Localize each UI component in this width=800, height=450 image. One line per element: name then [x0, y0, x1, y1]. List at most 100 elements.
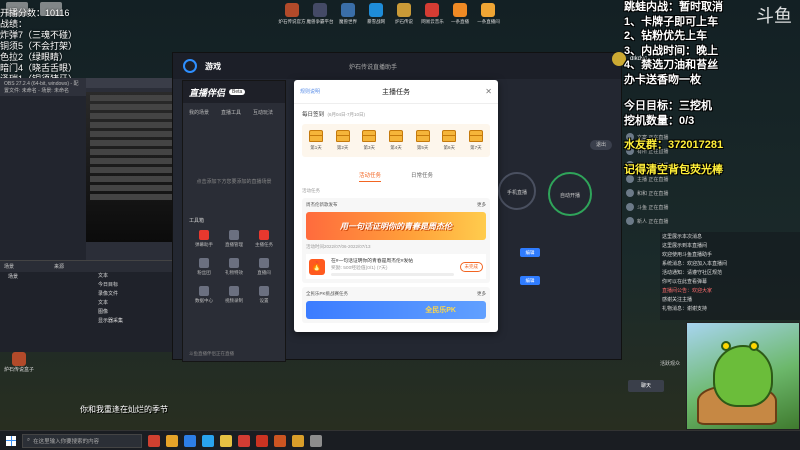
rules-link[interactable]: 规则说明 — [300, 88, 320, 95]
tool-button[interactable]: 数据中心 — [189, 286, 219, 304]
obs-preview[interactable] — [86, 92, 186, 242]
window-title: 炉石传说直播助手 — [349, 64, 398, 71]
task-tabs: 活动任务 日常任务 — [302, 171, 490, 182]
tool-button[interactable]: 主播任务 — [249, 230, 279, 248]
treasure-chest-icon — [388, 130, 403, 142]
live-list-item[interactable]: 和和 正在直播 — [626, 186, 800, 200]
pk-banner[interactable]: 全民乐PK — [306, 301, 486, 319]
shortcut-icon — [397, 3, 411, 17]
streamer-task-modal: 规则说明 主播任务 ✕ 每日签到 (6月04日-7月10日) 第1天 第2天 第3天… — [294, 80, 498, 332]
pk-section-more[interactable]: 更多 — [477, 291, 486, 297]
desktop-shortcut[interactable]: 一条直播 — [448, 0, 472, 30]
tool-button[interactable]: 弹幕助手 — [189, 230, 219, 248]
avatar — [626, 189, 634, 197]
companion-tab[interactable]: 互动玩法 — [253, 109, 273, 116]
tab-daily[interactable]: 日常任务 — [411, 171, 433, 182]
desktop-shortcut[interactable]: 魔兽世界 — [336, 0, 360, 30]
tool-label: 设置 — [259, 298, 269, 303]
tool-label: 弹幕助手 — [195, 242, 213, 247]
taskbar-app-icon[interactable] — [238, 434, 250, 447]
overlay-rule: 3、内战时间：晚上 — [624, 44, 719, 57]
desktop-shortcut[interactable]: 炉石传说 — [392, 0, 416, 30]
shortcut-icon — [313, 3, 327, 17]
live-list-item[interactable]: 新人 正在直播 — [626, 214, 800, 228]
shortcut-icon — [453, 3, 467, 17]
live-list-item[interactable]: 斗鱼 正在直播 — [626, 200, 800, 214]
close-icon[interactable]: ✕ — [485, 87, 492, 96]
toolbox-grid: 弹幕助手 直播管理 主播任务粉丝团 礼物特效 直播间数据中心 视频录制 设置 — [183, 224, 285, 310]
desktop-shortcut[interactable]: 炉石传说官方 — [279, 0, 306, 30]
sign-in-title: 每日签到 — [302, 112, 325, 118]
tool-button[interactable]: 设置 — [249, 286, 279, 304]
taskbar-search[interactable]: ⌕ 在这里输入你要搜索的内容 — [22, 433, 142, 448]
sign-in-days: 第1天 第2天 第3天 第4天 第5天 第6天 第7天 — [302, 124, 490, 157]
overlay-rule: 4、禁选刀油和苔丝 — [624, 59, 719, 71]
treasure-chest-icon — [442, 130, 457, 142]
stat-line: 开播分数：10116 — [0, 8, 70, 18]
companion-tab[interactable]: 直播工具 — [221, 109, 241, 116]
tab-game[interactable]: 游戏 — [205, 61, 221, 72]
sign-in-day[interactable]: 第4天 — [386, 130, 406, 151]
desktop-app-shortcut[interactable]: 炉石传说盒子 — [4, 352, 34, 373]
activity-banner[interactable]: 用一句话证明你的青春是周杰伦 — [306, 212, 486, 240]
obs-title: OBS 27.2.4 (64-bit, windows) - 配置文件: 未命名… — [0, 78, 86, 96]
companion-tab[interactable]: 我的场景 — [189, 109, 209, 116]
tool-icon — [259, 258, 269, 268]
taskbar-app-icon[interactable] — [274, 434, 286, 447]
sign-in-day[interactable]: 第5天 — [413, 130, 433, 151]
taskbar-app-icon[interactable] — [310, 434, 322, 447]
task-box-title: 周杰伦新歌发布 — [306, 202, 338, 207]
search-placeholder: 在这里输入你要搜索的内容 — [33, 438, 100, 445]
desktop-shortcut[interactable]: 网易云音乐 — [420, 0, 444, 30]
hearthstone-box-icon — [12, 352, 26, 366]
day-label: 第3天 — [363, 145, 376, 150]
task-status-button[interactable]: 未完成 — [459, 261, 483, 272]
edit-button-2[interactable]: 编辑 — [520, 276, 540, 285]
sign-in-day[interactable]: 第1天 — [306, 130, 326, 151]
day-label: 第4天 — [390, 145, 402, 150]
exit-button[interactable]: 退出 — [590, 140, 612, 150]
day-label: 第7天 — [470, 145, 482, 150]
overlay-gift: 办卡送香吻一枚 — [624, 73, 701, 86]
taskbar-app-icon[interactable] — [292, 434, 304, 447]
tool-icon — [229, 230, 239, 240]
sign-in-day[interactable]: 第6天 — [439, 130, 459, 151]
task-box-more[interactable]: 更多 — [477, 202, 486, 208]
tool-button[interactable]: 视频录制 — [219, 286, 249, 304]
tab-activity[interactable]: 活动任务 — [358, 171, 381, 182]
day-label: 第5天 — [416, 145, 429, 150]
taskbar-app-icon[interactable] — [220, 434, 232, 447]
activity-task-box: 周杰伦新歌发布 更多 用一句话证明你的青春是周杰伦 活动时间2022/07/06… — [302, 198, 490, 283]
auto-live-button[interactable]: 自动开播 — [548, 172, 592, 216]
overlay-goal: 今日目标：三挖机 — [624, 100, 712, 112]
treasure-chest-icon — [309, 130, 323, 142]
taskbar-app-icon[interactable] — [148, 434, 160, 447]
windows-start-icon[interactable] — [6, 435, 16, 446]
taskbar-app-icon[interactable] — [256, 434, 268, 447]
tool-button[interactable]: 礼物特效 — [219, 258, 249, 276]
sign-in-day[interactable]: 第7天 — [466, 130, 486, 151]
taskbar-app-icon[interactable] — [202, 434, 214, 447]
tool-button[interactable]: 粉丝团 — [189, 258, 219, 276]
scene-hint: 点击添加下方您要添加的直播场景 — [196, 179, 272, 185]
sign-in-day[interactable]: 第3天 — [359, 130, 379, 151]
day-label: 第2天 — [336, 145, 349, 150]
chat-message: 感谢关注主播 — [662, 297, 693, 303]
phone-live-button[interactable]: 手机直播 — [498, 172, 536, 210]
desktop-shortcut[interactable]: 魔兽争霸平台 — [307, 0, 334, 30]
source-name: 录像文件 — [98, 291, 119, 297]
tool-button[interactable]: 直播管理 — [219, 230, 249, 248]
source-name: 今日目标 — [98, 282, 119, 288]
shortcut-icon — [425, 3, 439, 17]
sign-in-day[interactable]: 第2天 — [333, 130, 353, 151]
tool-button[interactable]: 直播间 — [249, 258, 279, 276]
tool-label: 直播管理 — [225, 242, 243, 247]
chat-button[interactable]: 聊天 — [628, 380, 664, 392]
chat-panel: 这里展示本次消息 这里展示到本直播间 欢迎使用斗鱼直播助手 系统消息：欢迎加入本直播间… — [660, 232, 800, 320]
desktop-shortcut[interactable]: 暴雪战网 — [364, 0, 388, 30]
taskbar-app-icon[interactable] — [166, 434, 178, 447]
desktop-shortcut[interactable]: 一条直播间 — [476, 0, 500, 30]
stat-line: 铜须5（不会打架） — [0, 41, 78, 51]
edit-button-1[interactable]: 编辑 — [520, 248, 540, 257]
taskbar-app-icon[interactable] — [184, 434, 196, 447]
